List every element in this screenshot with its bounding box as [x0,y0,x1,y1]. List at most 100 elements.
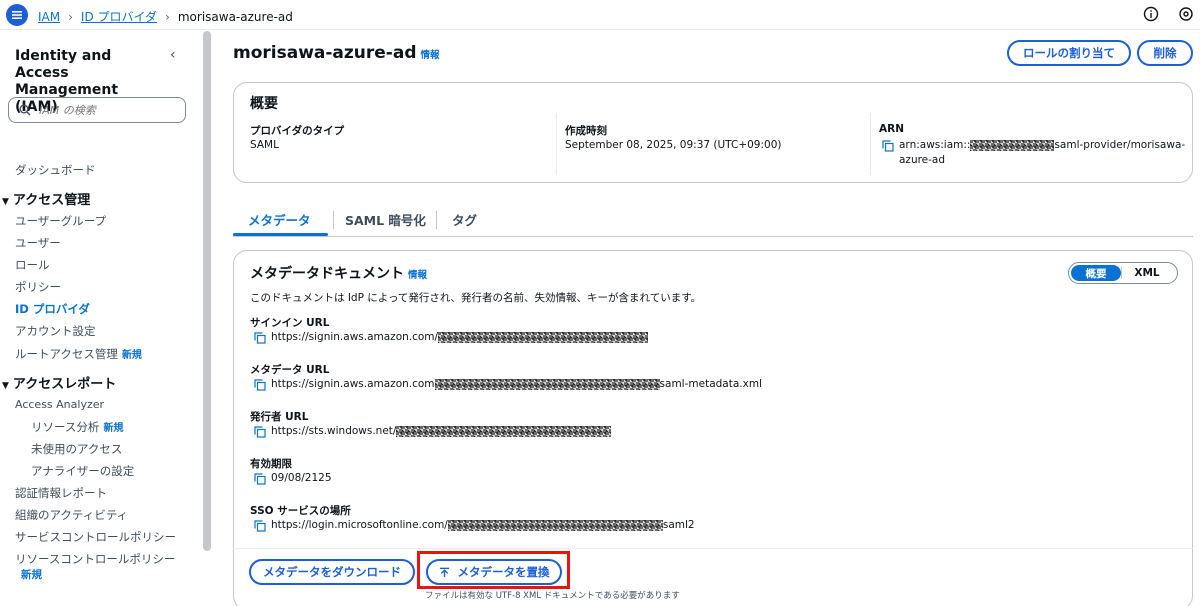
search-input[interactable] [39,103,179,117]
breadcrumb-id-providers[interactable]: ID プロバイダ [81,8,157,25]
new-badge: 新規 [121,350,142,361]
overview-card: 概要 プロバイダのタイプ SAML 作成時刻 September 08, 202… [233,82,1193,183]
settings-icon[interactable] [1178,6,1194,22]
sidebar-item-user-groups[interactable]: ユーザーグループ [15,213,106,229]
sidebar-section-access[interactable]: ▼ アクセス管理 [2,189,90,208]
sidebar-item-id-providers[interactable]: ID プロバイダ [15,301,90,317]
column-divider [556,113,557,175]
sso-url-suffix: saml2 [662,519,695,531]
sidebar: Identity and Access Management (IAM) ‹ ダ… [0,31,200,606]
card-footer-divider [233,548,1193,549]
metadata-url-text: https://signin.aws.amazon.com [271,378,435,390]
tab-divider [333,211,334,229]
replace-metadata-button[interactable]: メタデータを置換 [426,559,562,585]
metadata-heading: メタデータドキュメント 情報 [250,263,427,283]
tab-tags[interactable]: タグ [452,210,477,229]
metadata-heading-text: メタデータドキュメント [250,266,404,282]
caret-down-icon: ▼ [2,381,9,391]
info-link[interactable]: 情報 [421,50,440,61]
copy-icon[interactable] [882,140,894,152]
metadata-url-value: https://signin.aws.amazon.com saml-metada… [271,378,762,390]
metadata-description: このドキュメントは IdP によって発行され、発行者の名前、失効情報、キーが含ま… [250,292,702,304]
sidebar-item-policies[interactable]: ポリシー [15,279,61,295]
provider-type-value: SAML [250,139,279,151]
signin-url-value: https://signin.aws.amazon.com/ [271,331,649,343]
page-title-text: morisawa-azure-ad [233,43,417,63]
redacted-value [396,425,612,437]
column-divider [870,113,871,175]
redacted-account-id [970,139,1055,151]
sidebar-scrollbar[interactable] [203,31,211,551]
sidebar-item-analyzer-settings[interactable]: アナライザーの設定 [31,463,134,479]
toggle-overview[interactable]: 概要 [1071,265,1121,281]
sidebar-item-label: リソース分析 [31,420,100,434]
redacted-value [434,378,660,390]
sidebar-section-reports[interactable]: ▼ アクセスレポート [2,373,116,392]
sidebar-item-account-settings[interactable]: アカウント設定 [15,323,96,339]
view-toggle: 概要 XML [1068,262,1178,284]
sidebar-item-resource-analysis[interactable]: リソース分析 新規 [31,419,123,435]
upload-icon [439,567,449,577]
sidebar-item-scp[interactable]: サービスコントロールポリシー [15,529,176,545]
menu-icon[interactable] [6,4,28,26]
assign-role-button[interactable]: ロールの割り当て [1007,40,1131,66]
sidebar-item-dashboard[interactable]: ダッシュボード [15,162,96,178]
tab-saml-encryption[interactable]: SAML 暗号化 [345,210,426,229]
sidebar-item-users[interactable]: ユーザー [15,235,61,251]
sidebar-item-root-access[interactable]: ルートアクセス管理 新規 [15,346,142,362]
metadata-url-suffix: saml-metadata.xml [659,378,762,390]
copy-icon[interactable] [254,332,266,344]
info-link[interactable]: 情報 [408,270,427,281]
signin-url-text: https://signin.aws.amazon.com/ [271,331,439,343]
search-icon [19,104,31,116]
sidebar-item-rcp[interactable]: リソースコントロールポリシー [15,551,175,567]
active-tab-indicator [233,233,328,236]
section-label: アクセス管理 [12,193,91,208]
caret-down-icon: ▼ [2,197,9,207]
chevron-right-icon: › [68,9,73,24]
delete-button[interactable]: 削除 [1137,40,1193,66]
collapse-sidebar-icon[interactable]: ‹ [170,47,176,63]
info-circle-icon[interactable] [1143,6,1159,22]
download-metadata-button[interactable]: メタデータをダウンロード [249,559,415,585]
sidebar-item-roles[interactable]: ロール [15,257,50,273]
new-badge: 新規 [103,423,124,434]
signin-url-label: サインイン URL [250,317,330,329]
replace-metadata-label: メタデータを置換 [457,565,550,579]
copy-icon[interactable] [254,379,266,391]
breadcrumb: IAM › ID プロバイダ › morisawa-azure-ad [38,8,293,25]
arn-label: ARN [879,123,904,135]
tab-metadata[interactable]: メタデータ [248,210,311,229]
chevron-right-icon: › [165,9,170,24]
sidebar-item-org-activity[interactable]: 組織のアクティビティ [15,507,128,523]
overview-heading: 概要 [250,96,278,112]
breadcrumb-current: morisawa-azure-ad [177,9,293,24]
tab-bar: メタデータ SAML 暗号化 タグ [233,205,1193,237]
breadcrumb-iam[interactable]: IAM [38,10,60,24]
sidebar-item-access-analyzer[interactable]: Access Analyzer [15,398,104,411]
new-badge-label: 新規 [21,569,42,581]
arn-suffix: saml-provider/morisawa- [1054,139,1186,151]
copy-icon[interactable] [254,473,266,485]
toggle-xml[interactable]: XML [1122,265,1172,281]
arn-prefix: arn:aws:iam:: [899,139,971,151]
sidebar-item-unused-access[interactable]: 未使用のアクセス [31,441,122,457]
expiry-label: 有効期限 [250,458,292,470]
arn-value: arn:aws:iam:: saml-provider/morisawa- [899,139,1185,151]
issuer-url-label: 発行者 URL [250,411,309,423]
section-label: アクセスレポート [12,377,117,392]
sidebar-item-credential-report[interactable]: 認証情報レポート [15,485,107,501]
sidebar-search[interactable] [8,97,186,123]
tab-divider [436,211,437,229]
sidebar-item-label: ルートアクセス管理 [15,347,118,361]
metadata-card: メタデータドキュメント 情報 このドキュメントは IdP によって発行され、発行者… [233,250,1193,606]
sso-location-value: https://login.microsoftonline.com/saml2 [271,519,695,531]
sso-location-label: SSO サービスの場所 [250,505,351,517]
file-requirement-note: ファイルは有効な UTF-8 XML ドキュメントである必要があります [425,591,680,601]
copy-icon[interactable] [254,520,266,532]
metadata-url-label: メタデータ URL [250,364,330,376]
copy-icon[interactable] [254,426,266,438]
new-badge: 新規 [21,567,42,582]
redacted-value [438,331,649,343]
arn-value-line2: azure-ad [899,154,946,166]
